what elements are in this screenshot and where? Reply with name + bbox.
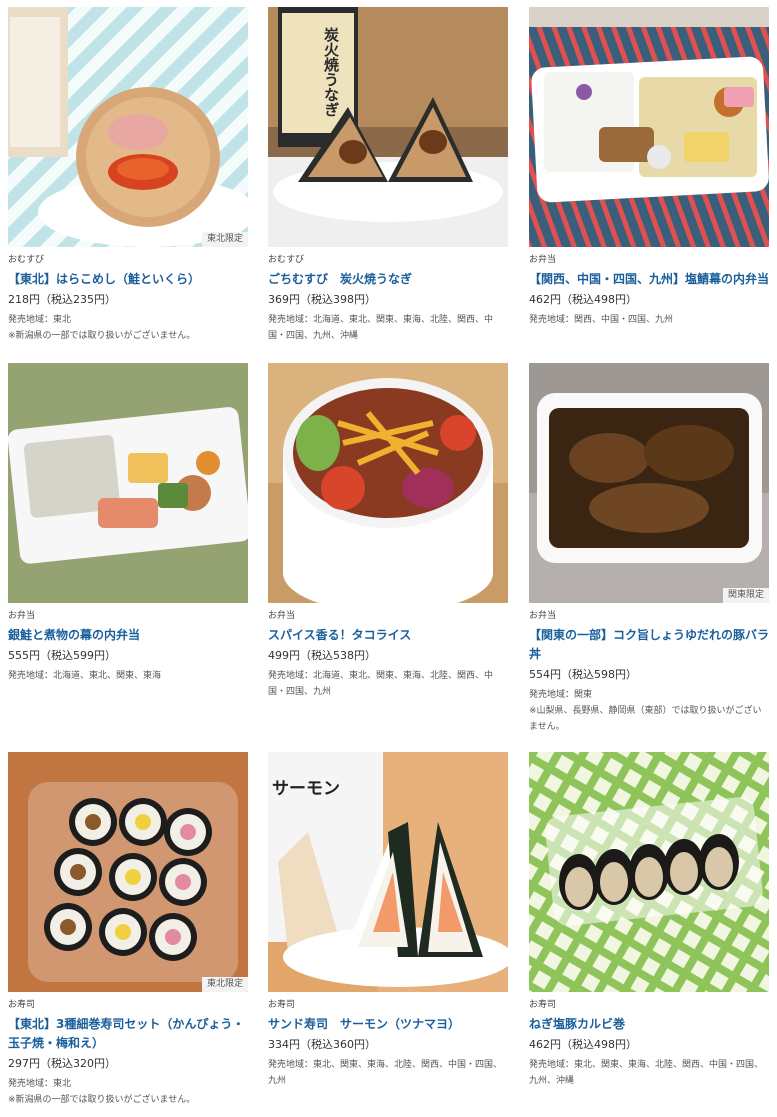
product-title-link[interactable]: 【関西、中国・四国、九州】塩鯖幕の内弁当 (529, 270, 769, 289)
product-category: おむすび (8, 255, 45, 265)
product-category: お寿司 (8, 1000, 36, 1010)
sales-note: ※山梨県、長野県、静岡県（東部）では取り扱いがございません。 (529, 706, 762, 732)
product-image[interactable]: サーモン (268, 752, 508, 992)
product-title-link[interactable]: ごちむすび 炭火焼うなぎ (268, 270, 508, 289)
product-image[interactable] (529, 7, 769, 247)
product-title-link[interactable]: 【東北】3種細巻寿司セット（かんぴょう・玉子焼・梅和え） (8, 1015, 248, 1053)
product-category: お弁当 (8, 611, 36, 621)
product-price: 555円（税込599円） (8, 649, 116, 662)
sales-area: 発売地域：東北 (8, 315, 72, 325)
product-category: お寿司 (268, 1000, 296, 1010)
sales-note: ※新潟県の一部では取り扱いがございません。 (8, 1095, 196, 1105)
sales-area: 発売地域：関東 (529, 690, 593, 700)
product-price: 218円（税込235円） (8, 293, 116, 306)
product-title-link[interactable]: ねぎ塩豚カルビ巻 (529, 1015, 769, 1034)
product-title-link[interactable]: 銀鮭と煮物の幕の内弁当 (8, 626, 248, 645)
product-image[interactable]: 東北限定 (8, 752, 248, 992)
sales-area: 発売地域：東北、関東、東海、北陸、関西、中国・四国、九州 (268, 1060, 503, 1086)
product-category: お寿司 (529, 1000, 557, 1010)
limited-badge: 東北限定 (201, 977, 248, 992)
product-price: 462円（税込498円） (529, 1038, 637, 1051)
sales-area: 発売地域：東北、関東、東海、北陸、関西、中国・四国、九州、沖縄 (529, 1060, 764, 1086)
product-title-link[interactable]: 【関東の一部】コク旨しょうゆだれの豚バラ丼 (529, 626, 769, 664)
sales-area: 発売地域：関西、中国・四国、九州 (529, 315, 674, 325)
product-price: 462円（税込498円） (529, 293, 637, 306)
sales-area: 発売地域：東北 (8, 1079, 72, 1089)
limited-badge: 東北限定 (201, 232, 248, 247)
product-image[interactable] (529, 752, 769, 992)
product-price: 297円（税込320円） (8, 1057, 116, 1070)
product-category: おむすび (268, 255, 305, 265)
product-category: お弁当 (268, 611, 296, 621)
product-price: 554円（税込598円） (529, 668, 637, 681)
product-category: お弁当 (529, 611, 557, 621)
product-image[interactable]: 東北限定 (8, 7, 248, 247)
product-image[interactable] (268, 363, 508, 603)
product-price: 334円（税込360円） (268, 1038, 376, 1051)
product-image[interactable]: 炭火焼うなぎ (268, 7, 508, 247)
limited-badge: 関東限定 (722, 588, 769, 603)
package-label: 炭火焼うなぎ (322, 27, 340, 117)
product-price: 369円（税込398円） (268, 293, 376, 306)
product-title-link[interactable]: 【東北】はらこめし（鮭といくら） (8, 270, 248, 289)
product-image[interactable]: 関東限定 (529, 363, 769, 603)
product-image[interactable] (8, 363, 248, 603)
product-category: お弁当 (529, 255, 557, 265)
sales-area: 発売地域：北海道、東北、関東、東海 (8, 671, 162, 681)
package-label: サーモン (272, 779, 340, 799)
sales-note: ※新潟県の一部では取り扱いがございません。 (8, 331, 196, 341)
product-title-link[interactable]: スパイス香る！タコライス (268, 626, 508, 645)
product-title-link[interactable]: サンド寿司 サーモン（ツナマヨ） (268, 1015, 508, 1034)
sales-area: 発売地域：北海道、東北、関東、東海、北陸、関西、中国・四国、九州 (268, 671, 494, 697)
sales-area: 発売地域：北海道、東北、関東、東海、北陸、関西、中国・四国、九州、沖縄 (268, 315, 494, 341)
product-price: 499円（税込538円） (268, 649, 376, 662)
